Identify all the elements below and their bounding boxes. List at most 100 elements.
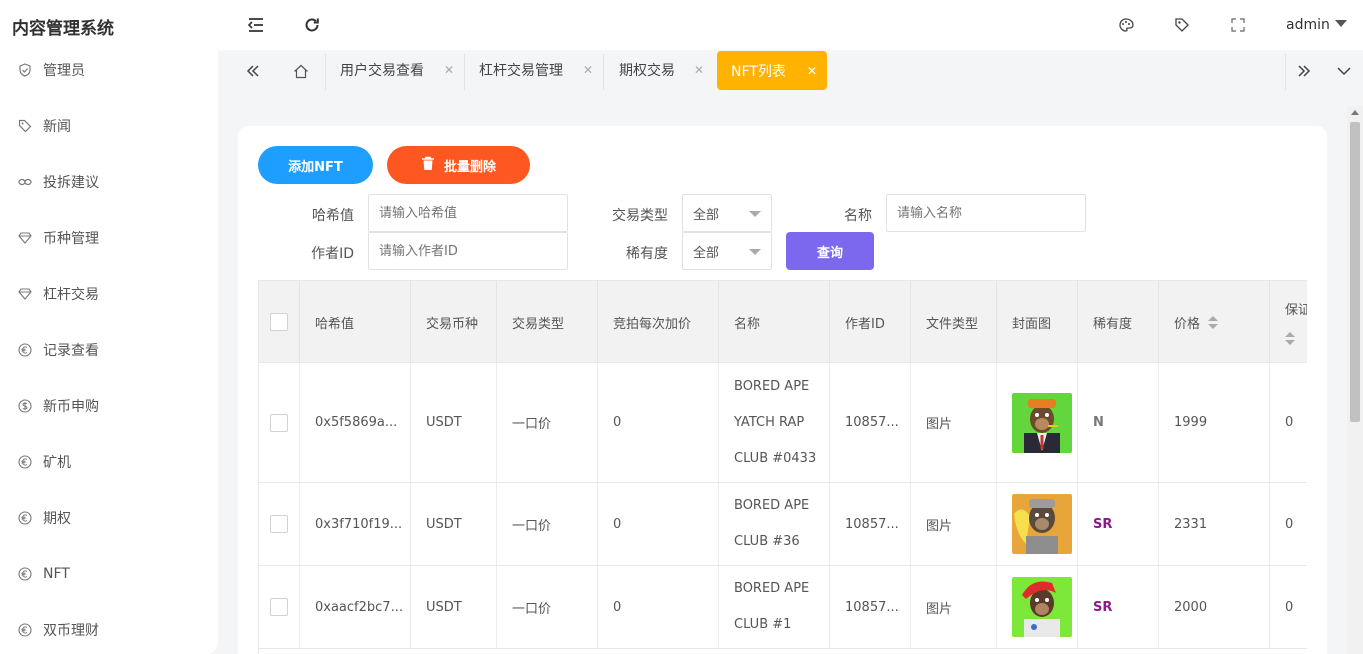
tabs-scroll-right-icon[interactable] — [1291, 57, 1317, 85]
query-button[interactable]: 查询 — [786, 232, 874, 270]
dollar-circle-icon — [18, 399, 32, 413]
author-input[interactable] — [368, 232, 568, 270]
refresh-icon[interactable] — [302, 15, 322, 35]
coin-cell: USDT — [411, 566, 497, 648]
euro-circle-icon — [18, 343, 32, 357]
author-cell: 10857... — [830, 566, 911, 648]
username: admin — [1286, 17, 1330, 33]
column-header: 稀有度 — [1078, 281, 1159, 363]
sidebar-item-label: NFT — [43, 566, 70, 582]
sidebar-item-currency[interactable]: 币种管理 — [0, 218, 218, 258]
scroll-up-icon[interactable] — [1351, 110, 1359, 115]
type-cell: 一口价 — [497, 566, 598, 648]
sidebar-item-records[interactable]: 记录查看 — [0, 330, 218, 370]
tab-label: 期权交易 — [619, 63, 675, 79]
tab-user-trades[interactable]: 用户交易查看 ✕ — [326, 50, 464, 90]
tab-leverage[interactable]: 杠杆交易管理 ✕ — [465, 50, 603, 90]
author-cell: 10857... — [830, 483, 911, 565]
increment-cell: 0 — [598, 566, 719, 648]
column-header: 保证 — [1285, 303, 1307, 318]
hash-cell: 0x5f5869a... — [300, 363, 411, 482]
cover-cell — [997, 566, 1078, 648]
file-type-cell: 图片 — [911, 566, 997, 648]
column-header: 价格 — [1174, 316, 1201, 332]
name-input[interactable] — [886, 194, 1086, 232]
tab-label: NFT列表 — [731, 63, 786, 80]
coin-cell: USDT — [411, 363, 497, 482]
deposit-cell: 0 — [1270, 483, 1307, 565]
row-checkbox[interactable] — [270, 598, 288, 616]
menu-collapse-icon[interactable] — [246, 15, 266, 35]
sidebar-item-miner[interactable]: 矿机 — [0, 442, 218, 482]
author-label: 作者ID — [311, 246, 354, 262]
nft-cover-image[interactable] — [1012, 392, 1072, 453]
sidebar-item-options[interactable]: 期权 — [0, 498, 218, 538]
sidebar-item-label: 期权 — [43, 511, 71, 527]
tabs-scroll-left-icon[interactable] — [240, 57, 266, 85]
caret-down-icon — [1334, 20, 1347, 27]
user-menu[interactable]: admin — [1286, 17, 1347, 33]
tab-options[interactable]: 期权交易 ✕ — [604, 50, 714, 90]
trade-type-label: 交易类型 — [612, 208, 668, 224]
sidebar-item-label: 记录查看 — [43, 343, 99, 359]
sidebar-item-nft[interactable]: NFT — [0, 554, 218, 594]
cover-cell — [997, 363, 1078, 482]
nft-cover-image[interactable] — [1012, 494, 1072, 554]
trade-type-select[interactable]: 全部 — [682, 194, 772, 232]
sidebar-item-suggestions[interactable]: 投拆建议 — [0, 162, 218, 202]
palette-icon[interactable] — [1116, 15, 1136, 35]
sidebar-item-dual-finance[interactable]: 双币理财 — [0, 610, 218, 650]
app-title: 内容管理系统 — [12, 19, 114, 39]
sidebar-item-news[interactable]: 新闻 — [0, 106, 218, 146]
deposit-column-header[interactable]: 保证 — [1270, 281, 1307, 363]
close-icon[interactable]: ✕ — [583, 63, 593, 77]
sidebar-item-label: 管理员 — [43, 63, 85, 79]
close-icon[interactable]: ✕ — [807, 64, 817, 78]
close-icon[interactable]: ✕ — [444, 63, 454, 77]
page-scrollbar[interactable] — [1347, 106, 1363, 654]
column-header: 封面图 — [997, 281, 1078, 363]
batch-delete-button[interactable]: 批量删除 — [387, 146, 530, 184]
sidebar-item-leverage[interactable]: 杠杆交易 — [0, 274, 218, 314]
close-icon[interactable]: ✕ — [694, 63, 704, 77]
table-row: 0xaacf2bc7... USDT 一口价 0 BORED APE CLUB … — [259, 566, 1307, 649]
row-checkbox[interactable] — [270, 413, 288, 432]
sidebar-item-new-coin[interactable]: 新币申购 — [0, 386, 218, 426]
select-all-checkbox[interactable] — [270, 313, 288, 331]
chevron-down-icon — [749, 249, 761, 255]
euro-circle-icon — [18, 567, 32, 581]
row-checkbox[interactable] — [270, 515, 288, 533]
tabs-dropdown-icon[interactable] — [1331, 57, 1357, 85]
rarity-select[interactable]: 全部 — [682, 232, 772, 270]
type-cell: 一口价 — [497, 483, 598, 565]
name-cell: BORED APE CLUB #1 — [719, 566, 830, 648]
tab-bar: 用户交易查看 ✕ 杠杆交易管理 ✕ 期权交易 ✕ NFT列表 ✕ — [218, 50, 1363, 94]
scrollbar-thumb[interactable] — [1350, 122, 1360, 422]
file-type-cell: 图片 — [911, 363, 997, 482]
tag-icon[interactable] — [1172, 15, 1192, 35]
tab-label: 用户交易查看 — [340, 63, 424, 79]
sidebar-item-label: 币种管理 — [43, 231, 99, 247]
sidebar: 管理员 新闻 投拆建议 币种管理 杠杆交易 记录查看 新币申购 矿机 期权 NF… — [0, 50, 218, 654]
name-cell: BORED APE YATCH RAP CLUB #0433 — [719, 363, 830, 482]
hash-cell: 0x3f710f19... — [300, 483, 411, 565]
fullscreen-icon[interactable] — [1228, 15, 1248, 35]
increment-cell: 0 — [598, 483, 719, 565]
cover-cell — [997, 483, 1078, 565]
rarity-cell: SR — [1078, 483, 1159, 565]
sort-icon[interactable] — [1285, 332, 1295, 345]
home-icon[interactable] — [288, 57, 314, 85]
price-column-header[interactable]: 价格 — [1159, 281, 1270, 363]
sidebar-item-admin[interactable]: 管理员 — [0, 50, 218, 90]
file-type-cell: 图片 — [911, 483, 997, 565]
content-card: 添加NFT 批量删除 哈希值 交易类型 全部 名称 作者ID 稀有度 全部 查询… — [238, 126, 1327, 654]
tab-nft-list[interactable]: NFT列表 ✕ — [717, 51, 827, 90]
hash-input[interactable] — [368, 194, 568, 232]
sidebar-item-label: 矿机 — [43, 455, 71, 471]
diamond-icon — [18, 231, 32, 245]
sort-icon[interactable] — [1208, 315, 1219, 329]
nft-cover-image[interactable] — [1012, 577, 1072, 637]
add-nft-button[interactable]: 添加NFT — [258, 146, 373, 184]
column-header: 文件类型 — [911, 281, 997, 363]
euro-circle-icon — [18, 455, 32, 469]
